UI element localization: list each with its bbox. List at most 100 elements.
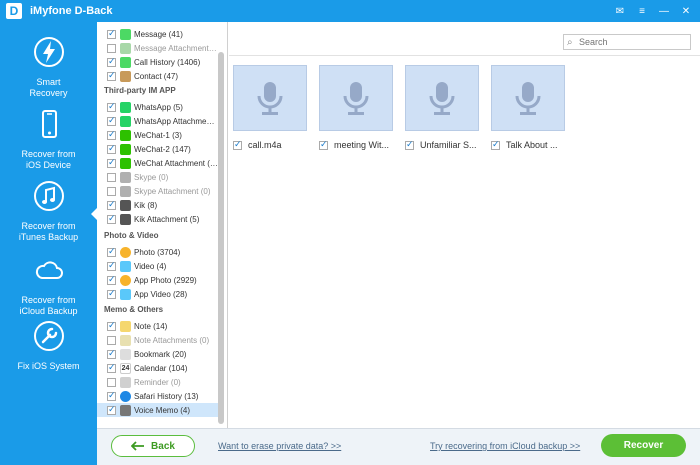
checkbox[interactable] bbox=[107, 213, 116, 224]
close-icon[interactable]: ✕ bbox=[680, 6, 692, 17]
skype-icon bbox=[120, 171, 131, 183]
category-scrollbar[interactable] bbox=[218, 52, 224, 424]
checkbox[interactable] bbox=[107, 186, 116, 196]
category-label: Photo (3704) bbox=[134, 247, 181, 257]
category-row-whatsapp[interactable]: WhatsApp (5) bbox=[97, 100, 218, 114]
checkbox[interactable] bbox=[107, 199, 116, 210]
lightning-icon bbox=[33, 37, 64, 67]
category-label: Message Attachment (0) bbox=[134, 43, 218, 53]
category-row-app-video[interactable]: App Video (28) bbox=[97, 287, 218, 301]
category-row-video[interactable]: Video (4) bbox=[97, 259, 218, 273]
category-row-contact[interactable]: Contact (47) bbox=[97, 69, 218, 83]
checkbox[interactable] bbox=[107, 390, 116, 401]
checkbox[interactable] bbox=[107, 56, 116, 67]
category-row-calendar[interactable]: 24Calendar (104) bbox=[97, 361, 218, 375]
kik-icon bbox=[120, 199, 131, 211]
checkbox[interactable] bbox=[107, 377, 116, 387]
category-row-kik-attachment[interactable]: Kik Attachment (5) bbox=[97, 212, 218, 226]
checkbox[interactable] bbox=[107, 320, 116, 331]
photo-icon bbox=[120, 246, 131, 258]
category-label: Safari History (13) bbox=[134, 391, 199, 401]
category-row-skype[interactable]: Skype (0) bbox=[97, 170, 218, 184]
sidebar-item-smart-recovery[interactable]: Smart Recovery bbox=[0, 36, 97, 99]
back-button[interactable]: Back bbox=[111, 435, 195, 457]
icloud-recovery-link[interactable]: Try recovering from iCloud backup >> bbox=[430, 441, 580, 451]
erase-data-link[interactable]: Want to erase private data? >> bbox=[218, 441, 341, 451]
category-label: WhatsApp Attachment (10) bbox=[134, 116, 218, 126]
checkbox[interactable] bbox=[107, 101, 116, 112]
category-row-reminder[interactable]: Reminder (0) bbox=[97, 375, 218, 389]
checkbox[interactable] bbox=[107, 143, 116, 154]
category-label: Bookmark (20) bbox=[134, 349, 187, 359]
checkbox[interactable] bbox=[107, 129, 116, 140]
menu-icon[interactable]: ≡ bbox=[636, 6, 648, 17]
file-thumbnail[interactable] bbox=[491, 65, 565, 131]
search-box[interactable]: ⌕ bbox=[563, 34, 691, 50]
category-row-note-attachments[interactable]: Note Attachments (0) bbox=[97, 333, 218, 347]
checkbox[interactable] bbox=[107, 348, 116, 359]
note-icon bbox=[120, 320, 131, 332]
sidebar-item-fix-ios[interactable]: Fix iOS System bbox=[0, 320, 97, 372]
file-tile[interactable]: Unfamiliar S... bbox=[405, 65, 481, 153]
microphone-icon bbox=[257, 82, 283, 115]
file-tile[interactable]: meeting Wit... bbox=[319, 65, 395, 153]
main-panel: ⌕ call.m4a meeting Wit... Unfamiliar S..… bbox=[229, 22, 700, 428]
checkbox[interactable] bbox=[107, 260, 116, 271]
checkbox[interactable] bbox=[319, 139, 328, 150]
sidebar-item-icloud-backup[interactable]: Recover from iCloud Backup bbox=[0, 254, 97, 317]
checkbox[interactable] bbox=[107, 404, 116, 415]
checkbox[interactable] bbox=[107, 335, 116, 345]
app-logo: D bbox=[6, 3, 22, 19]
file-thumbnail[interactable] bbox=[405, 65, 479, 131]
category-label: Skype Attachment (0) bbox=[134, 186, 211, 196]
file-tile[interactable]: call.m4a bbox=[233, 65, 309, 153]
checkbox[interactable] bbox=[107, 157, 116, 168]
category-label: WeChat-1 (3) bbox=[134, 130, 182, 140]
back-arrow-icon bbox=[131, 441, 145, 451]
cloud-icon bbox=[35, 261, 63, 279]
checkbox[interactable] bbox=[491, 139, 500, 150]
category-row-photo[interactable]: Photo (3704) bbox=[97, 245, 218, 259]
file-thumbnail[interactable] bbox=[319, 65, 393, 131]
search-input[interactable] bbox=[579, 37, 687, 47]
file-name: call.m4a bbox=[248, 140, 282, 150]
category-row-skype-attachment[interactable]: Skype Attachment (0) bbox=[97, 184, 218, 198]
checkbox[interactable] bbox=[107, 172, 116, 182]
category-label: Contact (47) bbox=[134, 71, 179, 81]
checkbox[interactable] bbox=[107, 288, 116, 299]
category-row-app-photo[interactable]: App Photo (2929) bbox=[97, 273, 218, 287]
sidebar-item-ios-device[interactable]: Recover from iOS Device bbox=[0, 108, 97, 171]
category-row-message[interactable]: Message (41) bbox=[97, 27, 218, 41]
file-tile[interactable]: Talk About ... bbox=[491, 65, 567, 153]
sidebar: Smart Recovery Recover from iOS Device R… bbox=[0, 22, 97, 465]
category-row-whatsapp-attachment[interactable]: WhatsApp Attachment (10) bbox=[97, 114, 218, 128]
category-row-wechat-1[interactable]: WeChat-1 (3) bbox=[97, 128, 218, 142]
category-row-message-attachment[interactable]: Message Attachment (0) bbox=[97, 41, 218, 55]
category-row-kik[interactable]: Kik (8) bbox=[97, 198, 218, 212]
category-row-wechat-2[interactable]: WeChat-2 (147) bbox=[97, 142, 218, 156]
feedback-icon[interactable]: ✉ bbox=[614, 6, 626, 17]
category-row-voice-memo[interactable]: Voice Memo (4) bbox=[97, 403, 218, 417]
checkbox[interactable] bbox=[107, 274, 116, 285]
file-thumbnail[interactable] bbox=[233, 65, 307, 131]
category-label: WeChat Attachment (12) bbox=[134, 158, 218, 168]
sidebar-item-itunes-backup[interactable]: Recover from iTunes Backup bbox=[0, 180, 97, 243]
checkbox[interactable] bbox=[107, 362, 116, 373]
category-row-note[interactable]: Note (14) bbox=[97, 319, 218, 333]
category-row-call-history[interactable]: Call History (1406) bbox=[97, 55, 218, 69]
checkbox[interactable] bbox=[107, 70, 116, 81]
whatsapp-icon bbox=[120, 115, 131, 127]
checkbox[interactable] bbox=[405, 139, 414, 150]
category-row-bookmark[interactable]: Bookmark (20) bbox=[97, 347, 218, 361]
checkbox[interactable] bbox=[107, 43, 116, 53]
recover-button[interactable]: Recover bbox=[601, 434, 686, 457]
category-label: App Photo (2929) bbox=[134, 275, 197, 285]
minimize-icon[interactable]: — bbox=[658, 6, 670, 17]
checkbox[interactable] bbox=[107, 28, 116, 39]
checkbox[interactable] bbox=[107, 246, 116, 257]
checkbox[interactable] bbox=[233, 139, 242, 150]
category-row-safari-history[interactable]: Safari History (13) bbox=[97, 389, 218, 403]
category-row-wechat-attachment[interactable]: WeChat Attachment (12) bbox=[97, 156, 218, 170]
section-header: Third-party IM APP bbox=[104, 86, 176, 95]
checkbox[interactable] bbox=[107, 115, 116, 126]
